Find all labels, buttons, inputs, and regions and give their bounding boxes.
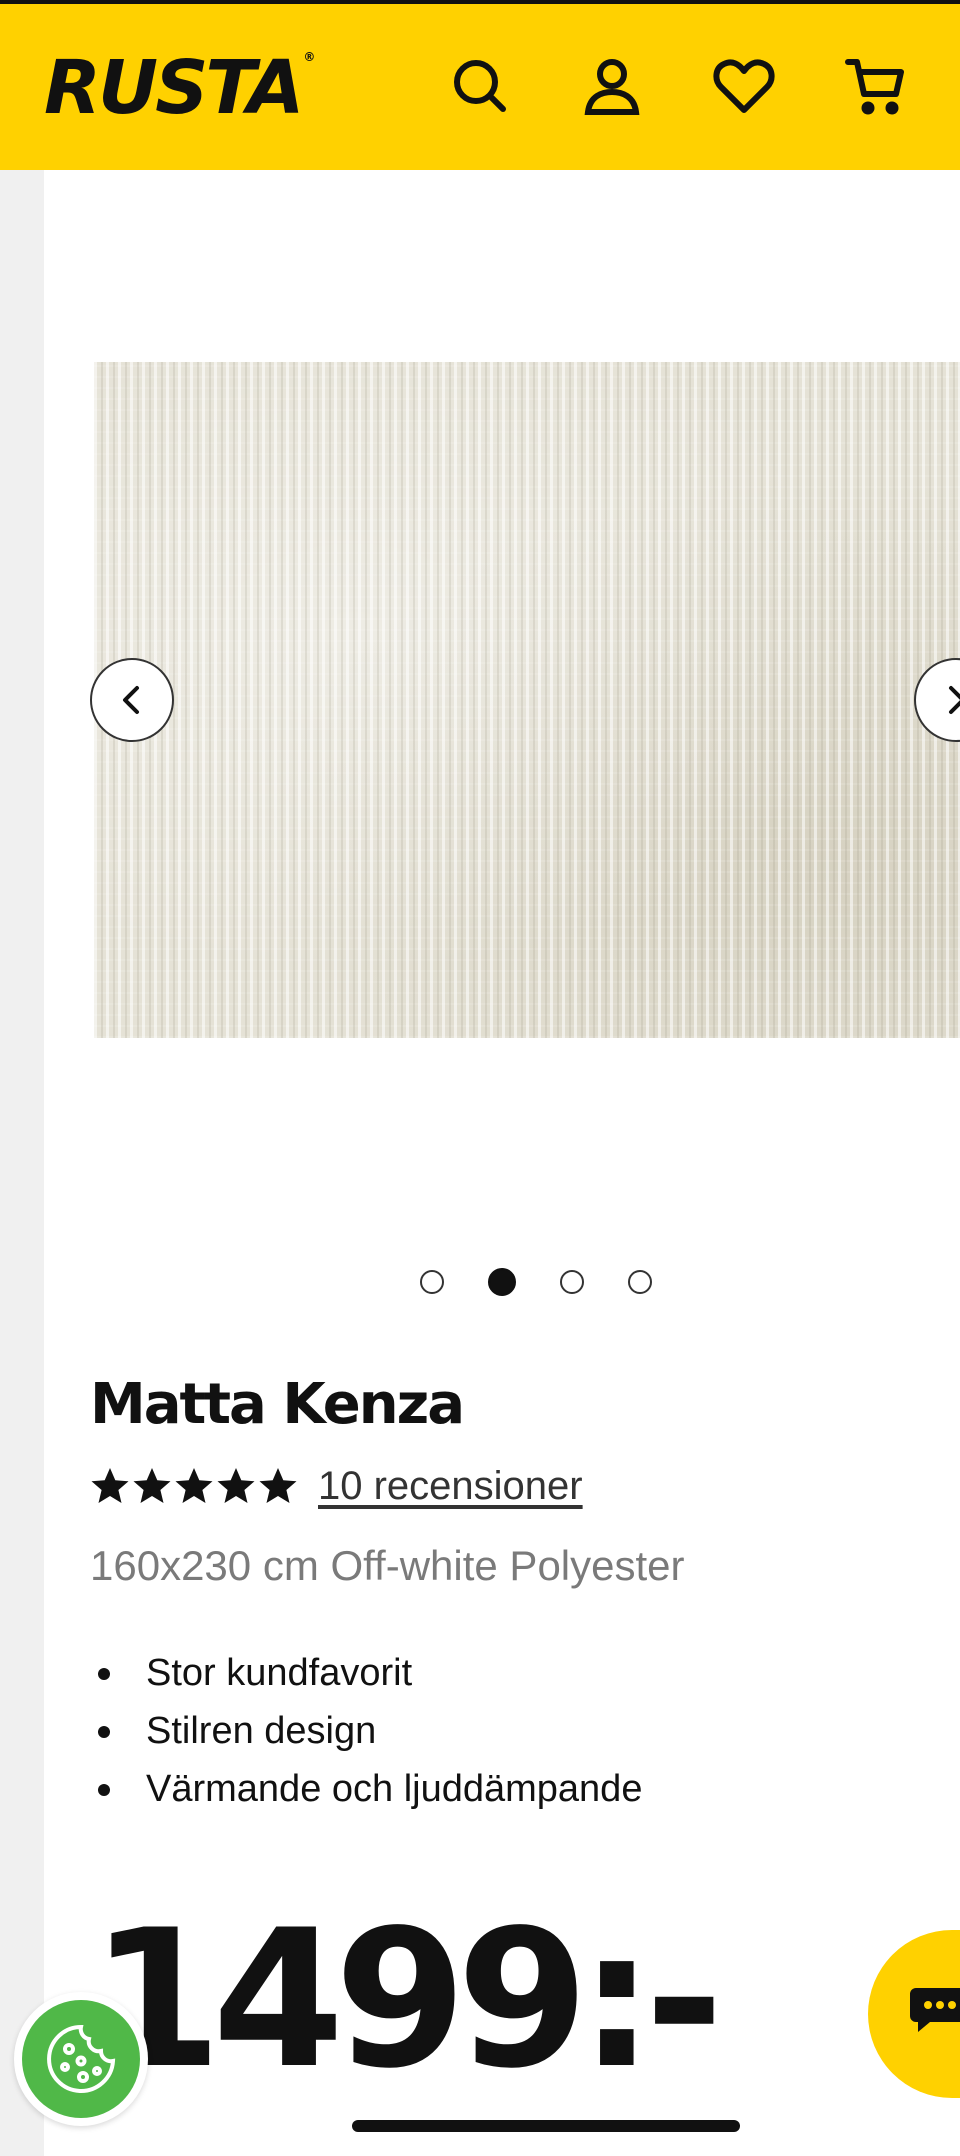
carousel-dot[interactable]: [420, 1270, 444, 1294]
chevron-right-icon: [949, 686, 960, 714]
registered-mark: ®: [303, 50, 316, 64]
page-gutter: [0, 170, 44, 2156]
rating-row: 10 recensioner: [90, 1456, 583, 1516]
rusta-logo[interactable]: RUSTA ®: [44, 45, 316, 149]
star-icon: [133, 1468, 171, 1503]
star-icon: [91, 1468, 129, 1503]
product-price: 1499:-: [90, 1889, 724, 2110]
cart-icon[interactable]: [844, 54, 908, 118]
cookie-badge: [22, 2000, 140, 2118]
product-subtitle: 160x230 cm Off-white Polyester: [90, 1542, 685, 1589]
heart-icon[interactable]: [712, 54, 776, 118]
rating-stars: [90, 1466, 298, 1506]
cookie-icon: [47, 2024, 116, 2093]
star-icon: [217, 1468, 255, 1503]
reviews-link[interactable]: 10 recensioner: [318, 1464, 583, 1509]
home-indicator[interactable]: [352, 2120, 740, 2132]
product-page: RUSTA ® Matta Kenza 10 recensioner 160x2…: [0, 0, 960, 2156]
star-icon: [259, 1468, 297, 1503]
site-header: RUSTA ®: [0, 4, 960, 170]
feature-item: Stor kundfavorit: [90, 1644, 642, 1702]
chevron-left-icon: [123, 686, 139, 714]
carousel-dot[interactable]: [560, 1270, 584, 1294]
logo-text: RUSTA: [44, 45, 304, 131]
carousel-dots: [420, 1268, 652, 1296]
product-title: Matta Kenza: [90, 1372, 465, 1437]
chat-icon: [910, 1988, 960, 2032]
feature-item: Stilren design: [90, 1702, 642, 1760]
product-image-rug[interactable]: [94, 362, 960, 1038]
star-icon: [175, 1468, 213, 1503]
feature-list: Stor kundfavorit Stilren design Värmande…: [90, 1644, 642, 1818]
search-icon[interactable]: [448, 54, 512, 118]
account-icon[interactable]: [580, 54, 644, 118]
carousel-prev-button[interactable]: [90, 658, 174, 742]
chat-button[interactable]: [868, 1930, 960, 2098]
feature-item: Värmande och ljuddämpande: [90, 1760, 642, 1818]
carousel-dot[interactable]: [628, 1270, 652, 1294]
carousel-dot[interactable]: [488, 1268, 516, 1296]
cookie-settings-button[interactable]: [14, 1992, 148, 2126]
